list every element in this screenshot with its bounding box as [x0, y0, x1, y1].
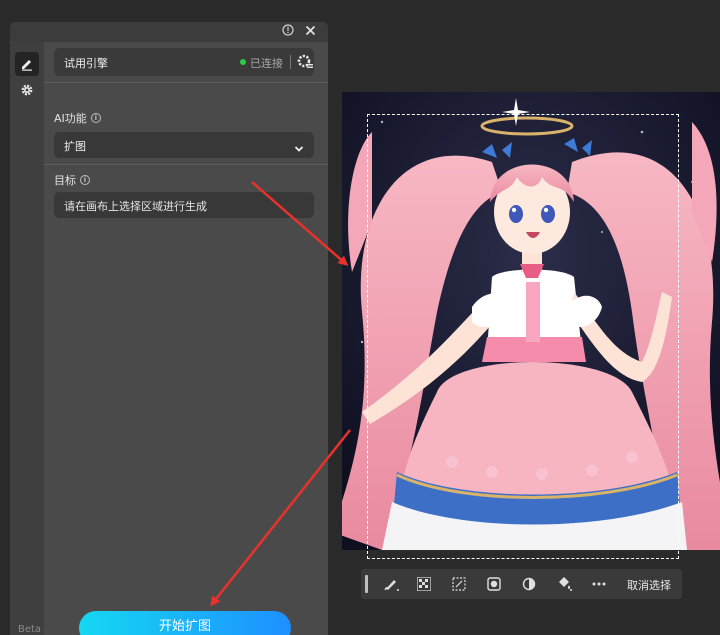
- info-icon[interactable]: [280, 24, 296, 40]
- fill-icon[interactable]: [556, 576, 572, 592]
- selection-marquee[interactable]: [367, 114, 679, 559]
- brush-icon[interactable]: [15, 52, 39, 76]
- start-expand-button[interactable]: 开始扩图: [79, 611, 291, 635]
- checker-icon[interactable]: [416, 576, 432, 592]
- drag-handle[interactable]: [365, 575, 368, 593]
- divider: [290, 55, 291, 69]
- engine-bar: 试用引擎 已连接: [54, 48, 314, 76]
- divider: [44, 82, 328, 83]
- beta-label: Beta: [18, 624, 42, 635]
- ai-function-label: AI功能 i: [54, 110, 101, 126]
- select-box-icon[interactable]: [451, 576, 467, 592]
- info-icon[interactable]: i: [90, 113, 101, 123]
- ai-function-label-text: AI功能: [54, 112, 87, 125]
- target-label-text: 目标: [54, 174, 76, 187]
- panel-content: 试用引擎 已连接 AI功能 i 扩图 目标 i 请在画布上选择区域进行生成: [44, 42, 328, 635]
- close-icon[interactable]: [302, 24, 318, 40]
- more-icon[interactable]: [591, 576, 607, 592]
- lasso-brush-icon[interactable]: [383, 576, 399, 592]
- mask-icon[interactable]: [486, 576, 502, 592]
- ai-function-select[interactable]: 扩图: [54, 132, 314, 158]
- target-hint: 请在画布上选择区域进行生成: [64, 200, 207, 213]
- info-icon[interactable]: i: [80, 175, 90, 185]
- invert-icon[interactable]: [521, 576, 537, 592]
- connection-status: 已连接: [250, 57, 283, 70]
- plugin-panel: Beta 试用引擎 已连接 AI功能 i 扩图 目标 i 请在画布上选择区域进行…: [10, 22, 328, 635]
- cancel-selection-button[interactable]: 取消选择: [627, 577, 671, 593]
- target-label: 目标 i: [54, 172, 90, 188]
- status-dot: [240, 59, 246, 65]
- canvas-toolbar: 取消选择: [361, 569, 682, 599]
- engine-name: 试用引擎: [64, 57, 108, 70]
- target-hint-box[interactable]: 请在画布上选择区域进行生成: [54, 192, 314, 218]
- divider: [44, 164, 328, 165]
- ai-function-value: 扩图: [64, 140, 86, 153]
- gear-icon[interactable]: [15, 78, 39, 102]
- engine-settings-icon[interactable]: [296, 53, 314, 71]
- chevron-down-icon: [294, 139, 304, 158]
- panel-sidebar: Beta: [10, 42, 44, 635]
- panel-titlebar: [10, 22, 328, 42]
